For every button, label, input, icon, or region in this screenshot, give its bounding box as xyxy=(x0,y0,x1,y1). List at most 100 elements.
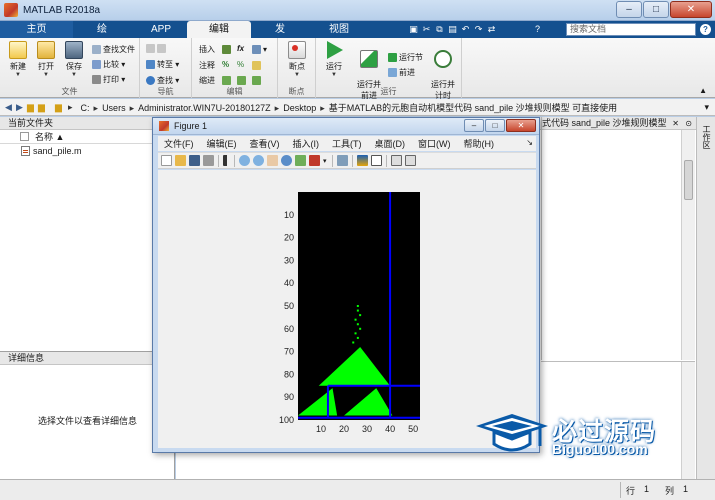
find-button[interactable]: 查找 ▾ xyxy=(146,74,179,86)
redo-quick-icon[interactable]: ↷ xyxy=(473,24,484,35)
smart-indent-icon[interactable] xyxy=(222,74,233,86)
menu-view[interactable]: 查看(V) xyxy=(244,137,287,150)
show-plot-tools-icon[interactable] xyxy=(404,155,416,166)
data-cursor-icon[interactable] xyxy=(295,155,306,166)
folder-up-icon[interactable]: ▆ xyxy=(36,102,47,113)
open-file-icon[interactable] xyxy=(175,155,186,166)
address-dropdown-icon[interactable]: ▾ xyxy=(704,102,709,113)
menu-tools[interactable]: 工具(T) xyxy=(326,137,369,150)
indent-button[interactable]: 缩进 xyxy=(199,74,215,86)
advance-button[interactable]: 前进 xyxy=(388,66,415,78)
workspace-sidebar[interactable]: 工作区 xyxy=(696,117,715,479)
figure-close-button[interactable]: ✕ xyxy=(506,119,536,132)
cut-quick-icon[interactable]: ✂ xyxy=(421,24,432,35)
menu-file[interactable]: 文件(F) xyxy=(158,137,201,150)
breadcrumb[interactable]: C: ▸ Users ▸ Administrator.WIN7U-20180127Z ▸ D… xyxy=(81,101,618,114)
new-button[interactable]: 新建 ▼ xyxy=(5,41,31,78)
forward-arrow-icon[interactable]: ▶ xyxy=(14,102,25,113)
figure-title-bar[interactable]: Figure 1 – □ ✕ xyxy=(153,118,539,135)
undo-quick-icon[interactable]: ↶ xyxy=(460,24,471,35)
switch-windows-icon[interactable]: ⇄ xyxy=(486,24,497,35)
uncomment-icon[interactable]: % xyxy=(237,58,244,70)
copy-quick-icon[interactable]: ⧉ xyxy=(434,24,445,35)
wrap-comment-icon[interactable] xyxy=(252,59,263,71)
help-quick-icon[interactable]: ? xyxy=(532,24,543,35)
breakpoints-button[interactable]: 断点 ▼ xyxy=(284,41,310,78)
tab-publish[interactable]: 发布 xyxy=(251,21,309,52)
figure-window[interactable]: Figure 1 – □ ✕ 文件(F) 编辑(E) 查看(V) 插入(I) 工… xyxy=(152,117,540,453)
comment-percent-icon[interactable]: % xyxy=(222,58,229,70)
brush-icon[interactable] xyxy=(309,155,320,166)
decrease-indent-icon[interactable] xyxy=(252,74,263,86)
zoom-in-icon[interactable] xyxy=(239,155,250,166)
print-figure-icon[interactable] xyxy=(203,155,214,166)
run-button[interactable]: 运行 ▼ xyxy=(321,41,347,78)
insert-options-icon[interactable]: ▾ xyxy=(252,43,267,55)
save-quick-icon[interactable]: ▣ xyxy=(408,24,419,35)
menu-edit[interactable]: 编辑(E) xyxy=(201,137,244,150)
scrollbar-thumb[interactable] xyxy=(684,160,693,200)
figure-minimize-button[interactable]: – xyxy=(464,119,484,132)
back-arrow-icon[interactable]: ◀ xyxy=(3,102,14,113)
maximize-button[interactable]: □ xyxy=(643,1,669,18)
pan-hand-icon[interactable] xyxy=(267,155,278,166)
collapse-ribbon-icon[interactable]: ▲ xyxy=(699,86,707,95)
editor-tab-title[interactable]: 式代码 sand_pile 沙堆规则模型 ✕ ⊙ xyxy=(542,117,695,130)
paste-quick-icon[interactable]: ▤ xyxy=(447,24,458,35)
breadcrumb-segment[interactable]: C: xyxy=(81,103,90,113)
menu-insert[interactable]: 插入(I) xyxy=(287,137,327,150)
command-scrollbar[interactable] xyxy=(681,362,695,480)
hide-plot-tools-icon[interactable] xyxy=(390,155,402,166)
open-button[interactable]: 打开 ▼ xyxy=(33,41,59,78)
goto-button[interactable]: 转至 ▾ xyxy=(146,58,179,70)
tab-plots[interactable]: 绘图 xyxy=(73,21,131,52)
dock-figure-icon[interactable]: ↘ xyxy=(526,138,533,147)
menu-help[interactable]: 帮助(H) xyxy=(458,137,502,150)
breadcrumb-segment[interactable]: Desktop xyxy=(283,103,316,113)
new-folder-icon[interactable]: ▆ xyxy=(25,102,36,113)
rotate-3d-icon[interactable] xyxy=(281,155,292,166)
insert-button[interactable]: 插入 xyxy=(199,43,215,55)
menu-window[interactable]: 窗口(W) xyxy=(412,137,458,150)
select-all-checkbox[interactable] xyxy=(20,132,29,141)
vertical-scrollbar[interactable] xyxy=(681,130,695,360)
sand-pile-chart[interactable]: 10 20 30 40 50 10 20 30 40 50 60 70 80 90 100 xyxy=(158,170,536,448)
compare-button[interactable]: 比较 ▾ xyxy=(92,58,125,70)
figure-canvas[interactable]: 10 20 30 40 50 10 20 30 40 50 60 70 80 90 100 xyxy=(158,170,536,448)
breadcrumb-segment[interactable]: Users xyxy=(102,103,126,113)
minimize-button[interactable]: – xyxy=(616,1,642,18)
file-item[interactable]: sand_pile.m xyxy=(0,144,174,157)
name-column-header[interactable]: 名称 ▲ xyxy=(0,130,174,144)
tab-editor[interactable]: 编辑器 xyxy=(187,21,251,52)
menu-desktop[interactable]: 桌面(D) xyxy=(369,137,413,150)
new-figure-icon[interactable] xyxy=(161,155,172,166)
editor-tab-menu-icon[interactable]: ⊙ xyxy=(685,117,692,129)
search-documentation-input[interactable]: 搜索文档 xyxy=(566,23,696,36)
brush-dropdown-icon[interactable]: ▾ xyxy=(323,157,327,165)
editor-tab-close-icon[interactable]: ✕ xyxy=(672,117,679,129)
insert-colorbar-icon[interactable] xyxy=(356,155,368,166)
close-button[interactable]: ✕ xyxy=(670,1,712,18)
insert-legend-icon[interactable] xyxy=(370,155,382,166)
tab-home[interactable]: 主页 xyxy=(0,21,73,38)
find-files-button[interactable]: 查找文件 xyxy=(92,43,135,55)
help-icon[interactable]: ? xyxy=(700,24,711,35)
edit-plot-arrow-icon[interactable] xyxy=(223,155,230,166)
save-button[interactable]: 保存 ▼ xyxy=(61,41,87,78)
link-plot-icon[interactable] xyxy=(336,155,348,166)
insert-section-icon[interactable] xyxy=(222,43,233,55)
workspace-label[interactable]: 工作区 xyxy=(700,125,712,149)
back-nav-button[interactable] xyxy=(146,42,168,54)
zoom-out-icon[interactable] xyxy=(253,155,264,166)
run-section-button[interactable]: 运行节 xyxy=(388,51,423,63)
figure-maximize-button[interactable]: □ xyxy=(485,119,505,132)
comment-button[interactable]: 注释 xyxy=(199,59,215,71)
tab-apps[interactable]: APP xyxy=(131,21,187,38)
save-figure-icon[interactable] xyxy=(189,155,200,166)
increase-indent-icon[interactable] xyxy=(237,74,248,86)
breadcrumb-segment[interactable]: 基于MATLAB的元胞自动机模型代码 sand_pile 沙堆规则模型 可直接使… xyxy=(329,103,617,113)
breadcrumb-segment[interactable]: Administrator.WIN7U-20180127Z xyxy=(138,103,271,113)
tab-view[interactable]: 视图 xyxy=(309,21,369,38)
browse-folder-icon[interactable]: ▆ xyxy=(53,102,64,113)
fx-button[interactable]: fx xyxy=(237,42,244,54)
